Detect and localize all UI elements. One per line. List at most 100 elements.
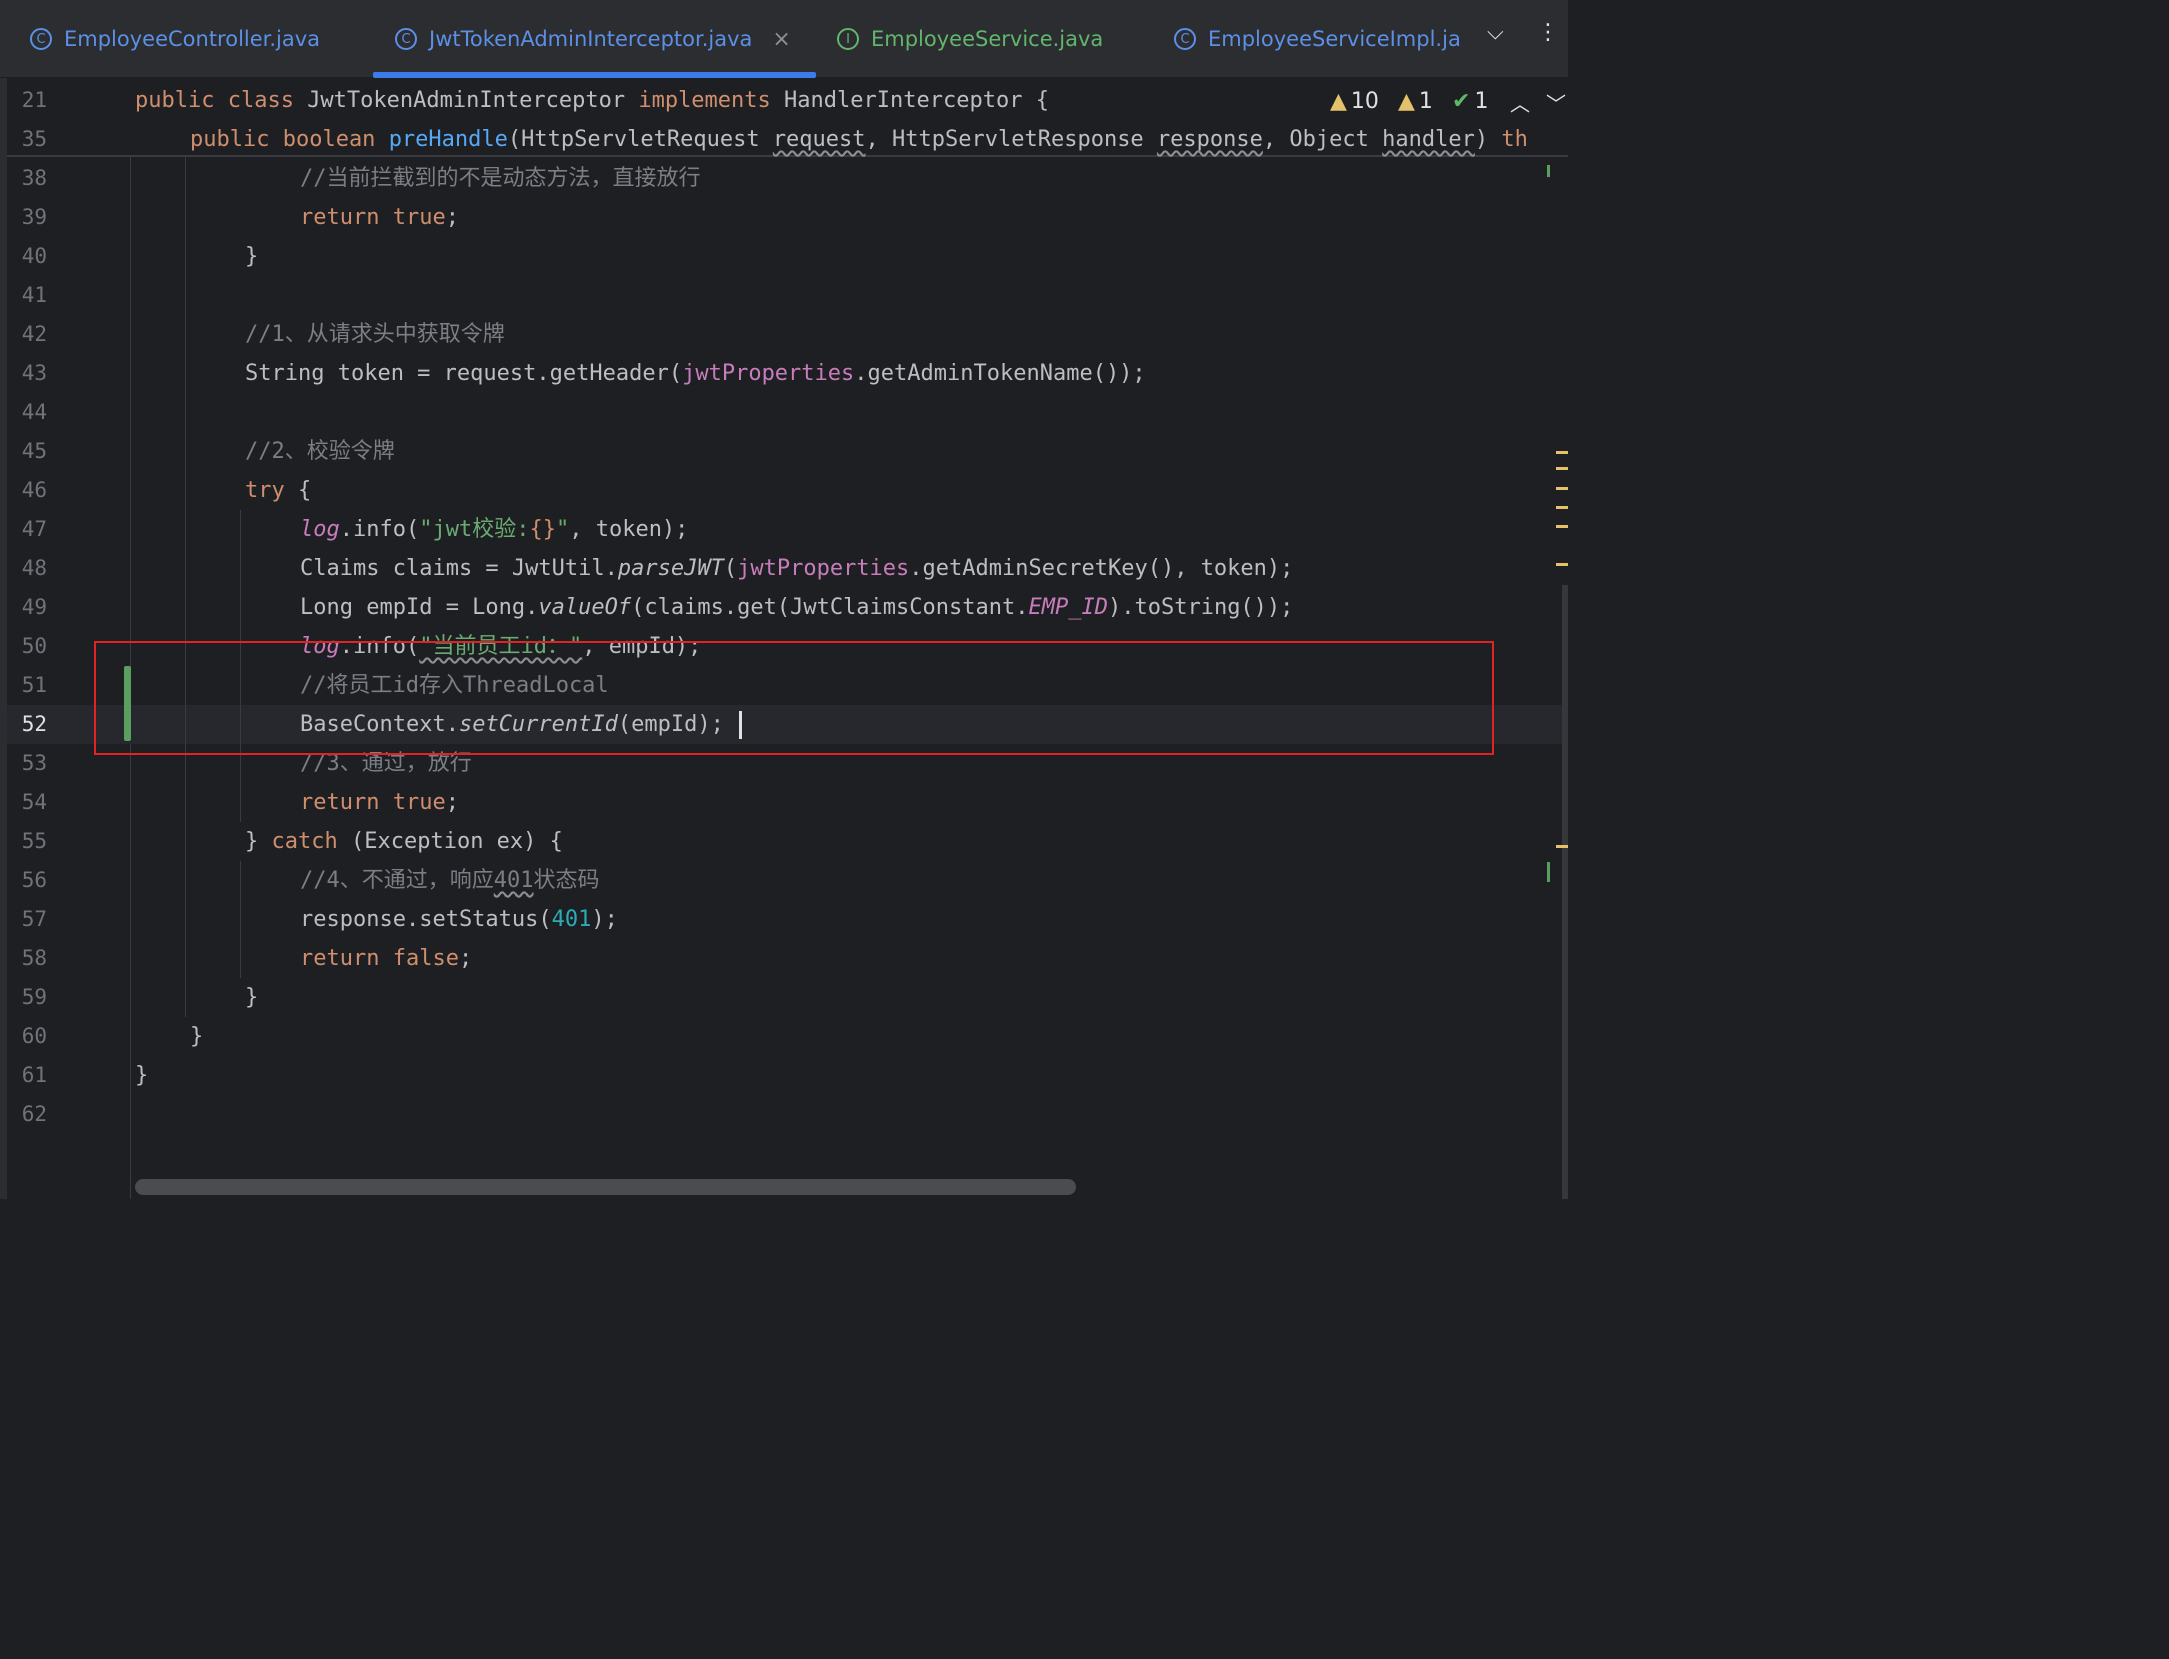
tab-label: EmployeeController.java (64, 27, 321, 51)
code-line[interactable]: 38 //当前拦截到的不是动态方法，直接放行 (7, 159, 1563, 198)
code-text: return true; (300, 198, 459, 237)
line-number: 62 (21, 1102, 47, 1126)
class-icon: C (395, 28, 417, 50)
class-icon: C (30, 28, 52, 50)
code-token: response (1156, 127, 1263, 152)
tab-list-dropdown-icon[interactable]: ⌵ (1487, 20, 1504, 45)
weak-warnings-indicator[interactable]: ▲ 1 (1398, 89, 1433, 114)
warning-icon: ▲ (1398, 89, 1415, 114)
code-token: return true (300, 205, 446, 230)
code-token: th (1501, 127, 1528, 152)
code-line[interactable]: 44 (7, 393, 1563, 432)
code-token: valueOf (538, 595, 632, 620)
warning-stripe-mark[interactable] (1556, 487, 1568, 490)
code-token: jwtProperties (682, 361, 855, 386)
code-token: EMP_ID (1028, 595, 1108, 620)
warning-stripe-mark[interactable] (1556, 845, 1568, 848)
code-line[interactable]: 45 //2、校验令牌 (7, 432, 1563, 471)
change-stripe-mark[interactable] (1547, 165, 1550, 177)
code-text: Claims claims = JwtUtil.parseJWT(jwtProp… (300, 549, 1293, 588)
warning-stripe-mark[interactable] (1556, 563, 1568, 566)
code-token: { (297, 478, 312, 503)
code-token: jwtProperties (737, 556, 910, 581)
text-caret (739, 711, 742, 739)
class-icon: C (1174, 28, 1196, 50)
code-token: } (245, 244, 259, 269)
code-line[interactable]: 43 String token = request.getHeader(jwtPr… (7, 354, 1563, 393)
line-number: 55 (21, 829, 47, 853)
tab-label: JwtTokenAdminInterceptor.java (429, 27, 753, 51)
line-number: 56 (21, 868, 47, 892)
typos-indicator[interactable]: ✔ 1 (1452, 89, 1488, 114)
code-text: public boolean preHandle(HttpServletRequ… (190, 120, 1528, 159)
code-text: //当前拦截到的不是动态方法，直接放行 (300, 159, 701, 198)
line-number: 38 (21, 166, 47, 190)
warning-stripe-mark[interactable] (1556, 467, 1568, 470)
close-icon[interactable]: × (772, 27, 790, 52)
code-token: String token = request.getHeader( (245, 361, 683, 386)
warning-stripe-mark[interactable] (1556, 525, 1568, 528)
line-number: 41 (21, 283, 47, 307)
line-number: 35 (21, 127, 47, 151)
code-token: ; (445, 205, 459, 230)
code-line[interactable]: 39 return true; (7, 198, 1563, 237)
interface-icon: I (837, 28, 859, 50)
warning-icon: ▲ (1330, 89, 1347, 114)
line-number: 61 (21, 1063, 47, 1087)
code-token: .getAdminSecretKey(), token); (909, 556, 1294, 581)
line-number: 59 (21, 985, 47, 1009)
next-highlight-icon[interactable]: ﹀ (1546, 88, 1566, 117)
line-number: 40 (21, 244, 47, 268)
code-line[interactable]: 62 (7, 1095, 1563, 1134)
tab-employee-service[interactable]: I EmployeeService.java (837, 0, 1137, 78)
code-token: //1、从请求头中获取令牌 (245, 322, 505, 347)
code-line[interactable]: 61} (7, 1056, 1563, 1095)
warning-stripe-mark[interactable] (1556, 451, 1568, 454)
code-token: response.setStatus( (300, 907, 552, 932)
line-number: 47 (21, 517, 47, 541)
code-token: preHandle (388, 127, 508, 152)
horizontal-scrollbar[interactable] (135, 1179, 1076, 1195)
warning-stripe-mark[interactable] (1556, 506, 1568, 509)
vertical-scrollbar[interactable] (1562, 585, 1568, 1199)
code-text: Long empId = Long.valueOf(claims.get(Jwt… (300, 588, 1293, 627)
warnings-indicator[interactable]: ▲ 10 (1330, 89, 1379, 114)
tab-employee-controller[interactable]: C EmployeeController.java (30, 0, 350, 78)
code-text: } catch (Exception ex) { (245, 822, 563, 861)
code-token: JwtTokenAdminInterceptor (307, 88, 639, 113)
code-token: catch (271, 829, 351, 854)
code-token: ( (723, 556, 738, 581)
previous-highlight-icon[interactable]: ︿ (1510, 88, 1530, 117)
code-token: , token); (569, 517, 689, 542)
sticky-line[interactable]: 35 public boolean preHandle(HttpServletRe… (7, 120, 1563, 159)
code-text: } (245, 237, 258, 276)
line-number: 45 (21, 439, 47, 463)
code-line[interactable]: 40} (7, 237, 1563, 276)
code-line[interactable]: 60} (7, 1017, 1563, 1056)
tab-employee-service-impl[interactable]: C EmployeeServiceImpl.ja (1174, 0, 1464, 78)
tab-jwt-token-admin-interceptor[interactable]: C JwtTokenAdminInterceptor.java × (395, 0, 815, 78)
line-number: 57 (21, 907, 47, 931)
code-token: return true (300, 790, 446, 815)
code-token: } (190, 1024, 204, 1049)
change-stripe-mark[interactable] (1547, 862, 1550, 882)
code-text: return true; (300, 783, 459, 822)
code-token: implements (638, 88, 785, 113)
code-token: } (135, 1063, 149, 1088)
more-options-icon[interactable]: ⋮ (1537, 20, 1559, 45)
code-line[interactable]: 55 } catch (Exception ex) { (7, 822, 1563, 861)
line-number: 51 (21, 673, 47, 697)
code-token: "jwt校验: (419, 517, 530, 542)
code-token: ).toString()); (1107, 595, 1294, 620)
code-token: parseJWT (617, 556, 724, 581)
code-line[interactable]: 41 (7, 276, 1563, 315)
line-number: 42 (21, 322, 47, 346)
code-line[interactable]: 42 //1、从请求头中获取令牌 (7, 315, 1563, 354)
line-number: 48 (21, 556, 47, 580)
code-text: public class JwtTokenAdminInterceptor im… (135, 81, 1049, 120)
code-token: 状态码 (533, 868, 600, 893)
code-line[interactable]: 59} (7, 978, 1563, 1017)
code-line[interactable]: 46 try { (7, 471, 1563, 510)
code-text: } (135, 1056, 148, 1095)
code-token: try (245, 478, 298, 503)
